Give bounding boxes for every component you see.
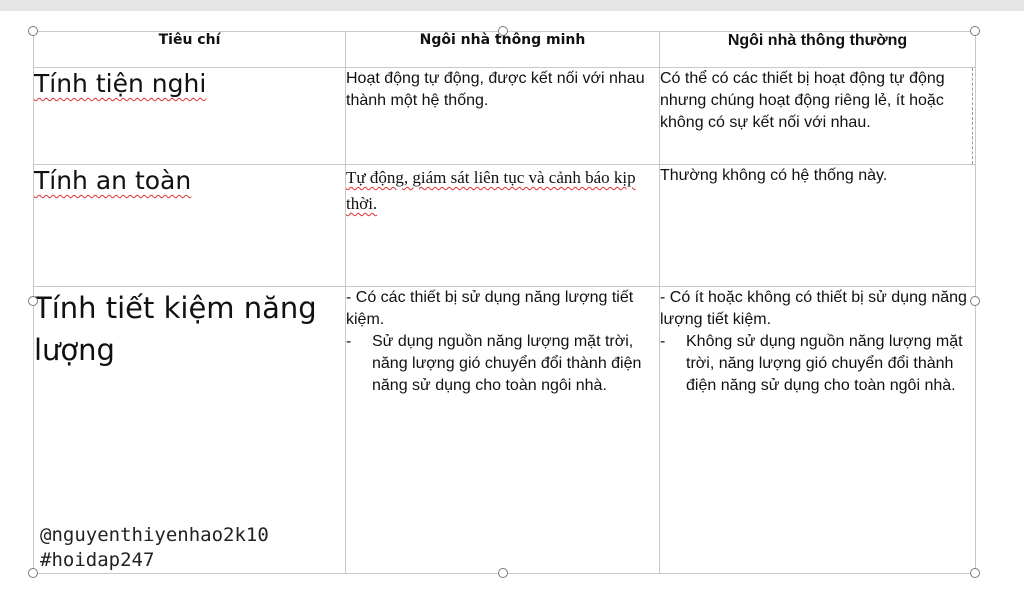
- resize-handle-top-right[interactable]: [970, 26, 980, 36]
- normal-cell: Thường không có hệ thống này.: [659, 164, 976, 287]
- table-edge-dashed-line: [972, 68, 973, 164]
- watermark-hashtag: #hoidap247: [40, 549, 155, 571]
- comparison-table[interactable]: Tiêu chí Ngôi nhà thông minh Ngôi nhà th…: [33, 31, 976, 574]
- smart-cell-text: Tự động, giám sát liên tục và cảnh báo k…: [346, 168, 636, 213]
- smart-cell: - Có các thiết bị sử dụng năng lượng tiế…: [345, 286, 660, 574]
- table-header-row: Tiêu chí Ngôi nhà thông minh Ngôi nhà th…: [33, 31, 976, 68]
- resize-handle-bottom-right[interactable]: [970, 568, 980, 578]
- normal-sub-dash: -: [660, 333, 666, 350]
- normal-sub-item: - Không sử dụng nguồn năng lượng mặt trờ…: [660, 331, 975, 397]
- normal-cell: Có thể có các thiết bị hoạt động tự động…: [659, 67, 976, 165]
- normal-line-1: - Có ít hoặc không có thiết bị sử dụng n…: [660, 289, 967, 328]
- header-smart-home: Ngôi nhà thông minh: [345, 31, 660, 68]
- header-criteria: Tiêu chí: [33, 31, 346, 68]
- criterion-label: Tính an toàn: [34, 166, 192, 195]
- resize-handle-middle-left[interactable]: [28, 296, 38, 306]
- normal-cell: - Có ít hoặc không có thiết bị sử dụng n…: [659, 286, 976, 574]
- header-normal-home: Ngôi nhà thông thường: [659, 31, 976, 68]
- resize-handle-top-middle[interactable]: [498, 26, 508, 36]
- smart-line-1: - Có các thiết bị sử dụng năng lượng tiế…: [346, 289, 634, 328]
- normal-sub-text: Không sử dụng nguồn năng lượng mặt trời,…: [686, 333, 963, 394]
- smart-sub-item: - Sử dụng nguồn năng lượng mặt trời, năn…: [346, 331, 659, 397]
- smart-sub-text: Sử dụng nguồn năng lượng mặt trời, năng …: [372, 333, 642, 394]
- smart-cell: Tự động, giám sát liên tục và cảnh báo k…: [345, 164, 660, 287]
- criterion-cell: Tính tiện nghi: [33, 67, 346, 165]
- watermark: @nguyenthiyenhao2k10 #hoidap247: [40, 523, 269, 573]
- resize-handle-bottom-middle[interactable]: [498, 568, 508, 578]
- criterion-label: Tính tiết kiệm năng lượng: [34, 291, 317, 367]
- window-top-strip: [0, 0, 1024, 11]
- criterion-cell: Tính an toàn: [33, 164, 346, 287]
- resize-handle-middle-right[interactable]: [970, 296, 980, 306]
- smart-sub-dash: -: [346, 333, 352, 350]
- resize-handle-top-left[interactable]: [28, 26, 38, 36]
- table-row: Tính tiết kiệm năng lượng @nguyenthiyenh…: [33, 286, 976, 574]
- criterion-cell: Tính tiết kiệm năng lượng @nguyenthiyenh…: [33, 286, 346, 574]
- watermark-username: @nguyenthiyenhao2k10: [40, 524, 269, 546]
- resize-handle-bottom-left[interactable]: [28, 568, 38, 578]
- table-row: Tính an toàn Tự động, giám sát liên tục …: [33, 164, 976, 287]
- table-row: Tính tiện nghi Hoạt động tự động, được k…: [33, 67, 976, 165]
- criterion-label: Tính tiện nghi: [34, 69, 207, 98]
- smart-cell: Hoạt động tự động, được kết nối với nhau…: [345, 67, 660, 165]
